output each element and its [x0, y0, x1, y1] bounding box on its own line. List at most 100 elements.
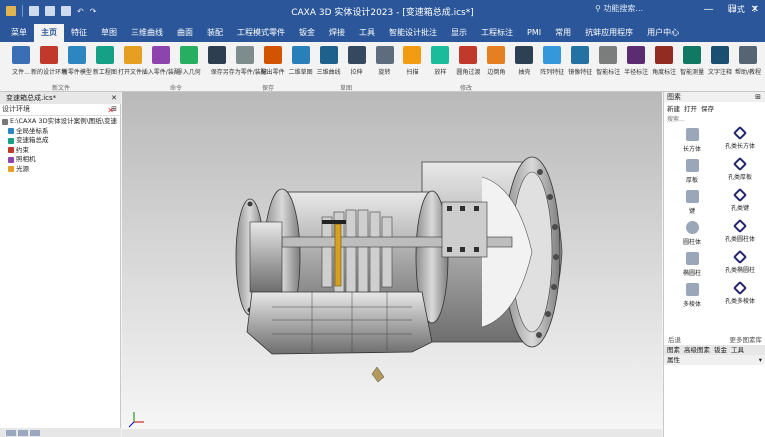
library-item-hole[interactable]: 孔类椭圆柱: [716, 249, 764, 280]
tab-2[interactable]: 特征: [64, 24, 94, 42]
tab-15[interactable]: 常用: [548, 24, 578, 42]
save-icon: [207, 46, 226, 64]
hole-shape-icon: [732, 187, 748, 203]
import-geometry-icon: [179, 46, 198, 64]
tab-6[interactable]: 装配: [200, 24, 230, 42]
fillet-icon: [459, 46, 478, 64]
document-tab[interactable]: 变速箱总成.ics* ✕: [0, 92, 121, 104]
mirror-icon: [571, 46, 590, 64]
tab-0[interactable]: 菜单: [4, 24, 34, 42]
tab-3[interactable]: 草图: [94, 24, 124, 42]
library-item-hole[interactable]: 孔类厚板: [716, 156, 764, 187]
library-item-hole[interactable]: 孔类长方体: [716, 125, 764, 156]
tab-11[interactable]: 智能设计批注: [382, 24, 444, 42]
function-search[interactable]: ⚲ 功能搜索...: [595, 3, 643, 14]
style-selector[interactable]: 样式: [729, 4, 745, 15]
angle-dim-icon: [655, 46, 674, 64]
library-item-solid[interactable]: 厚板: [668, 156, 716, 187]
solid-shape-icon: [685, 190, 699, 203]
library-row: 长方体 孔类长方体: [668, 125, 764, 156]
tab-7[interactable]: 工程模式零件: [230, 24, 292, 42]
tab-9[interactable]: 焊接: [322, 24, 352, 42]
3d-viewport[interactable]: [122, 92, 662, 437]
tab-12[interactable]: 显示: [444, 24, 474, 42]
library-tab-3[interactable]: 工具: [731, 345, 744, 355]
library-item-solid[interactable]: 圆柱体: [668, 218, 716, 249]
new-drawing-icon: [95, 46, 114, 64]
ribbon-group-label: 草图: [340, 85, 353, 92]
elements-bottom: 后退 更多图素库 图素 高级图素 钣金 工具 属性 ▾: [664, 335, 765, 365]
library-item-solid[interactable]: 椭圆柱: [668, 249, 716, 280]
library-item-solid[interactable]: 多棱体: [668, 280, 716, 311]
properties-header: 属性 ▾: [664, 355, 765, 365]
library-item-solid[interactable]: 长方体: [668, 125, 716, 156]
tab-16[interactable]: 抗蚌应用程序: [578, 24, 640, 42]
tab-17[interactable]: 用户中心: [640, 24, 686, 42]
selected-part: [334, 223, 342, 287]
tree-item[interactable]: 变速箱总成: [2, 136, 117, 146]
new-icon[interactable]: [29, 6, 39, 16]
open-icon[interactable]: [45, 6, 55, 16]
properties-tab-icon[interactable]: [18, 430, 28, 436]
delete-icon[interactable]: ✕: [107, 106, 114, 115]
tool-open-icon[interactable]: 打开: [684, 103, 697, 113]
library-item-solid[interactable]: 键: [668, 187, 716, 218]
elements-search[interactable]: 搜索...: [664, 114, 765, 123]
tree-item[interactable]: 照相机: [2, 155, 117, 165]
loft-icon: [431, 46, 450, 64]
back-button[interactable]: 后退: [668, 335, 681, 345]
undo-icon[interactable]: ↶: [77, 7, 84, 16]
help-icon[interactable]: ?: [753, 5, 757, 14]
save-icon[interactable]: [61, 6, 71, 16]
tree-node-icon: [8, 128, 14, 135]
app-logo-icon[interactable]: [6, 6, 16, 16]
revolve-icon: [375, 46, 394, 64]
tab-8[interactable]: 钣金: [292, 24, 322, 42]
library-tab-0[interactable]: 图素: [667, 345, 680, 355]
pin-panel-icon[interactable]: ⊞: [755, 92, 761, 102]
tab-1[interactable]: 主页: [34, 24, 64, 42]
search-icon: ⚲: [595, 4, 601, 13]
tab-5[interactable]: 曲面: [170, 24, 200, 42]
tab-10[interactable]: 工具: [352, 24, 382, 42]
new-part-icon: [67, 46, 86, 64]
tree-item[interactable]: 全局坐标系: [2, 127, 117, 137]
library-item-hole[interactable]: 孔类多棱体: [716, 280, 764, 311]
tab-4[interactable]: 三维曲线: [124, 24, 170, 42]
open-file-icon: [123, 46, 142, 64]
tab-14[interactable]: PMI: [520, 24, 548, 42]
gearbox-model[interactable]: [122, 92, 662, 437]
tree-node-icon: [8, 166, 14, 173]
search-input[interactable]: 功能搜索...: [603, 4, 643, 13]
tree-item[interactable]: 光源: [2, 165, 117, 175]
layers-tab-icon[interactable]: [30, 430, 40, 436]
tab-13[interactable]: 工程标注: [474, 24, 520, 42]
minimize-button[interactable]: —: [704, 4, 714, 15]
library-row: 椭圆柱 孔类椭圆柱: [668, 249, 764, 280]
library-row: 多棱体 孔类多棱体: [668, 280, 764, 311]
elements-title-bar: 图素 ⊞: [664, 92, 765, 102]
tree-item[interactable]: E:\CAXA 3D实体设计案例\图纸\变速: [2, 117, 117, 127]
library-item-hole[interactable]: 孔类键: [716, 187, 764, 218]
ribbon-button-26[interactable]: 帮助/教程: [731, 46, 765, 80]
solid-shape-icon: [685, 283, 699, 296]
library-row: 键孔类键: [668, 187, 764, 218]
sketch-icon: [291, 46, 310, 64]
tool-save-icon[interactable]: 保存: [701, 103, 714, 113]
library-row: 厚板 孔类厚板: [668, 156, 764, 187]
library-tab-1[interactable]: 高级图素: [684, 345, 710, 355]
tree-item[interactable]: 约束: [2, 146, 117, 156]
expand-icon[interactable]: ▾: [759, 355, 762, 365]
pattern-icon: [543, 46, 562, 64]
redo-icon[interactable]: ↷: [90, 7, 97, 16]
tool-new-icon[interactable]: 新建: [667, 103, 680, 113]
close-tab-icon[interactable]: ✕: [111, 92, 117, 104]
library-tab-2[interactable]: 钣金: [714, 345, 727, 355]
curve-icon: [319, 46, 338, 64]
library-item-hole[interactable]: 孔类圆柱体: [716, 218, 764, 249]
library-nav: 后退 更多图素库: [664, 335, 765, 345]
more-libraries-link[interactable]: 更多图素库: [730, 335, 763, 345]
tree-tab-icon[interactable]: [6, 430, 16, 436]
design-tree-panel: 变速箱总成.ics* ✕ 设计环境 ⊞ ✕ E:\CAXA 3D实体设计案例\图…: [0, 92, 121, 437]
design-elements-panel: 图素 ⊞ 新建 打开 保存 搜索... 长方体 孔类长方体 厚板 孔类厚板键孔类键 圆柱体孔…: [663, 92, 765, 437]
